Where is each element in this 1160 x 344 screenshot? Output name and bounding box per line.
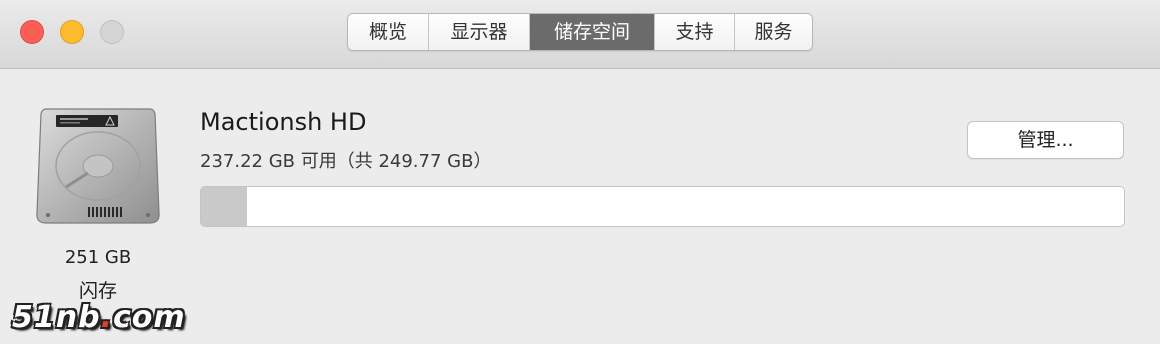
volume-capacity: 237.22 GB 可用（共 249.77 GB） [200, 151, 492, 172]
close-button[interactable] [20, 20, 44, 44]
drive-size-label: 251 GB [64, 247, 132, 268]
hard-drive-icon [36, 108, 160, 224]
watermark-suffix: com [113, 300, 186, 335]
manage-button[interactable]: 管理... [967, 121, 1124, 159]
storage-used-segment [201, 187, 248, 226]
watermark-prefix: 51nb [12, 300, 101, 335]
tab-storage[interactable]: 储存空间 [530, 14, 655, 50]
tab-service[interactable]: 服务 [735, 14, 812, 50]
zoom-button[interactable] [100, 20, 124, 44]
tab-displays[interactable]: 显示器 [429, 14, 530, 50]
volume-name: Mactionsh HD [200, 108, 367, 136]
watermark-dot: . [100, 300, 113, 335]
minimize-button[interactable] [60, 20, 84, 44]
tab-overview[interactable]: 概览 [348, 14, 429, 50]
storage-usage-bar [200, 186, 1125, 227]
watermark-logo: 51nb.com [12, 300, 186, 335]
segmented-tab-control: 概览 显示器 储存空间 支持 服务 [347, 13, 813, 51]
window-titlebar: 概览 显示器 储存空间 支持 服务 [0, 0, 1160, 69]
drive-type-label: 闪存 [78, 280, 117, 302]
tab-support[interactable]: 支持 [655, 14, 735, 50]
